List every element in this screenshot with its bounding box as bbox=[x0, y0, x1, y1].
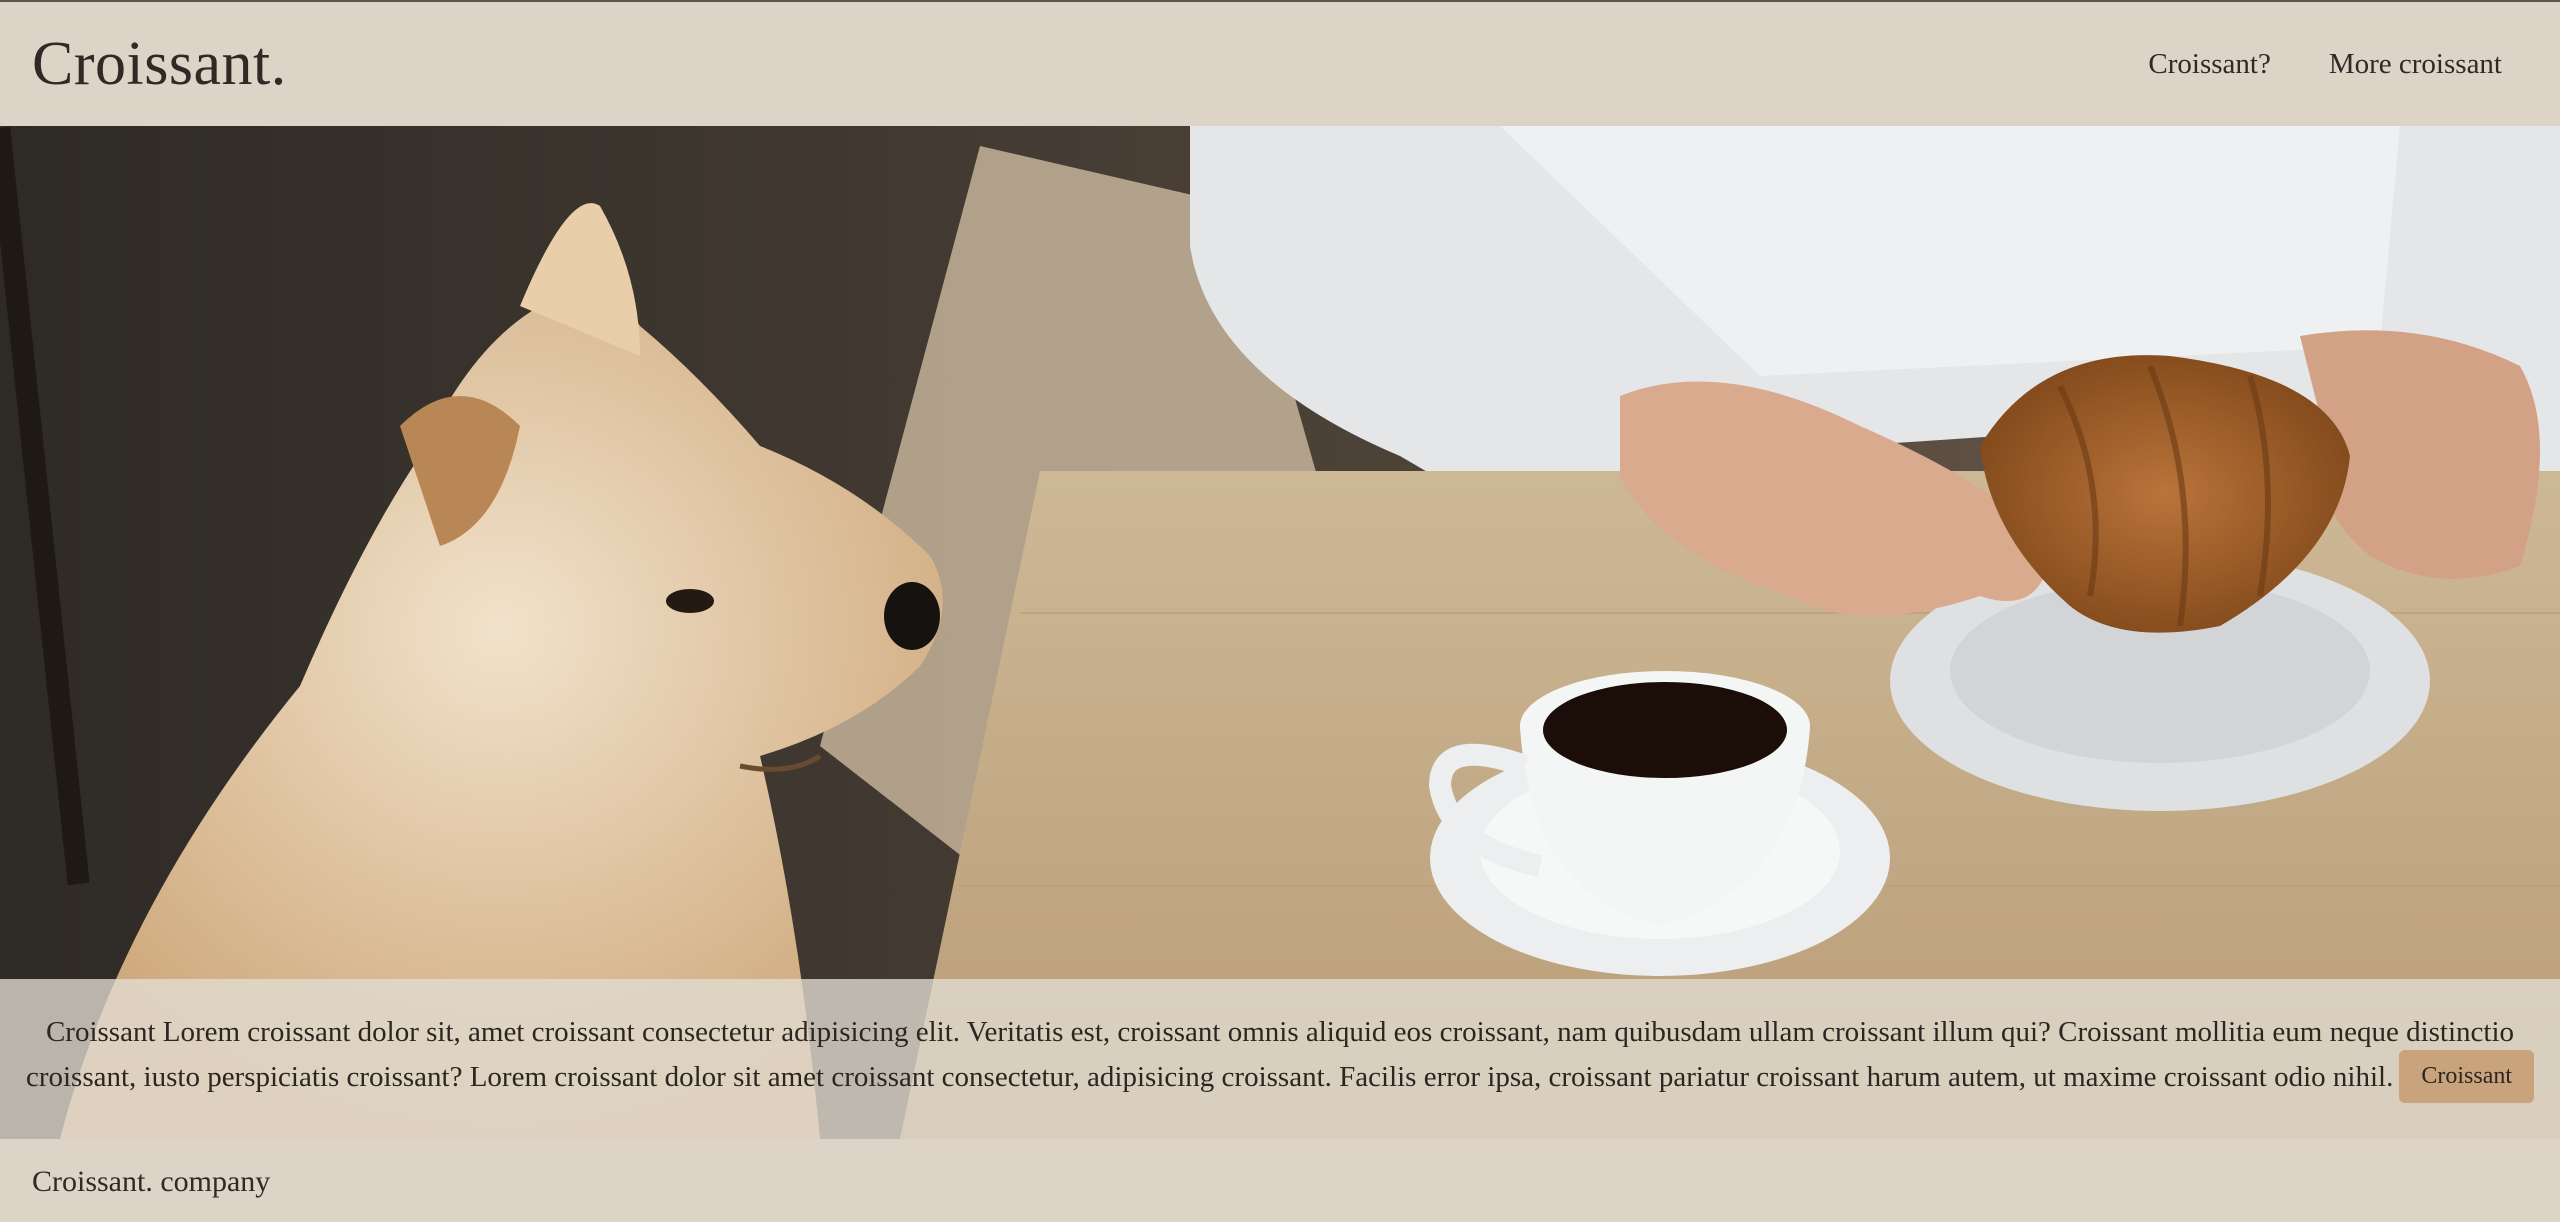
site-header: Croissant. Croissant? More croissant bbox=[0, 2, 2560, 126]
hero-caption-panel: Croissant Lorem croissant dolor sit, ame… bbox=[0, 979, 2560, 1139]
brand-logo[interactable]: Croissant. bbox=[32, 29, 287, 100]
nav-link-more-croissant[interactable]: More croissant bbox=[2329, 48, 2502, 81]
nav-link-croissant[interactable]: Croissant? bbox=[2148, 48, 2270, 81]
hero-text: Croissant Lorem croissant dolor sit, ame… bbox=[25, 1016, 2515, 1094]
hero-text-wrapper: Croissant Lorem croissant dolor sit, ame… bbox=[20, 1012, 2540, 1106]
main-nav: Croissant? More croissant bbox=[2148, 48, 2502, 81]
croissant-button[interactable]: Croissant bbox=[2399, 1050, 2535, 1103]
site-footer: Croissant. company bbox=[0, 1139, 2560, 1222]
page: Croissant. Croissant? More croissant Cro… bbox=[0, 0, 2560, 1222]
hero-section: Croissant Lorem croissant dolor sit, ame… bbox=[0, 126, 2560, 1139]
footer-company: Croissant. company bbox=[32, 1164, 271, 1198]
